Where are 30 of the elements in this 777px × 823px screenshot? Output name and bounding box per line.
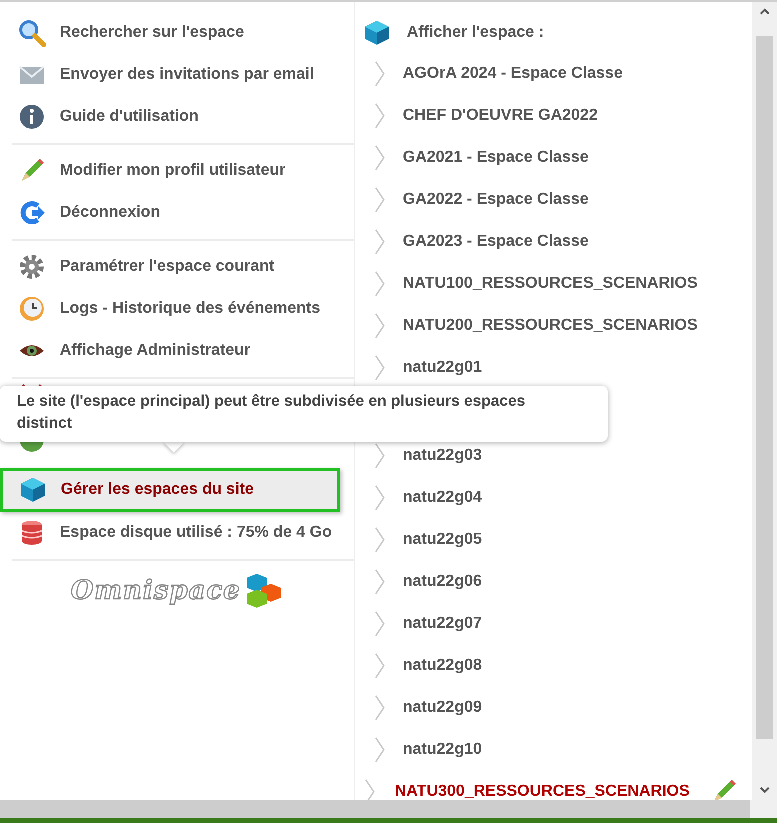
space-link[interactable]: natu22g01 [403, 359, 482, 377]
space-link[interactable]: GA2021 - Espace Classe [403, 149, 589, 167]
space-link[interactable]: AGOrA 2024 - Espace Classe [403, 65, 623, 83]
space-link[interactable]: NATU200_RESSOURCES_SCENARIOS [403, 317, 698, 335]
menu-item[interactable]: Affichage Administrateur [12, 330, 334, 372]
space-link[interactable]: natu22g07 [403, 615, 482, 633]
space-link[interactable]: natu22g06 [403, 573, 482, 591]
space-link[interactable]: GA2022 - Espace Classe [403, 191, 589, 209]
tooltip: Le site (l'espace principal) peut être subdivisée en plusieurs espaces distinct [0, 386, 608, 442]
space-link[interactable]: natu22g10 [403, 741, 482, 759]
menu-item[interactable]: Déconnexion [12, 192, 334, 234]
menu-item[interactable]: Envoyer des invitations par email [12, 54, 334, 96]
space-link[interactable]: natu22g04 [403, 489, 482, 507]
menu-item[interactable]: Rechercher sur l'espace [12, 12, 334, 54]
space-link[interactable]: natu22g05 [403, 531, 482, 549]
menu-item[interactable]: Modifier mon profil utilisateur [12, 150, 334, 192]
menu-item[interactable]: Guide d'utilisation [12, 96, 334, 138]
menu-item[interactable]: Gérer les espaces du site [0, 468, 340, 512]
omnispace-logo: Omnispace [71, 576, 241, 606]
spaces-heading: Afficher l'espace : [407, 24, 544, 42]
space-link[interactable]: natu22g03 [403, 447, 482, 465]
space-link[interactable]: NATU300_RESSOURCES_SCENARIOS [395, 783, 690, 800]
space-link[interactable]: natu22g08 [403, 657, 482, 675]
space-link[interactable]: NATU100_RESSOURCES_SCENARIOS [403, 275, 698, 293]
menu-item[interactable]: Logs - Historique des événements [12, 288, 334, 330]
menu-item[interactable]: Espace disque utilisé : 75% de 4 Go [12, 512, 334, 554]
space-link[interactable]: CHEF D'OEUVRE GA2022 [403, 107, 598, 125]
space-link[interactable]: natu22g09 [403, 699, 482, 717]
menu-item[interactable]: Paramétrer l'espace courant [12, 246, 334, 288]
space-link[interactable]: GA2023 - Espace Classe [403, 233, 589, 251]
